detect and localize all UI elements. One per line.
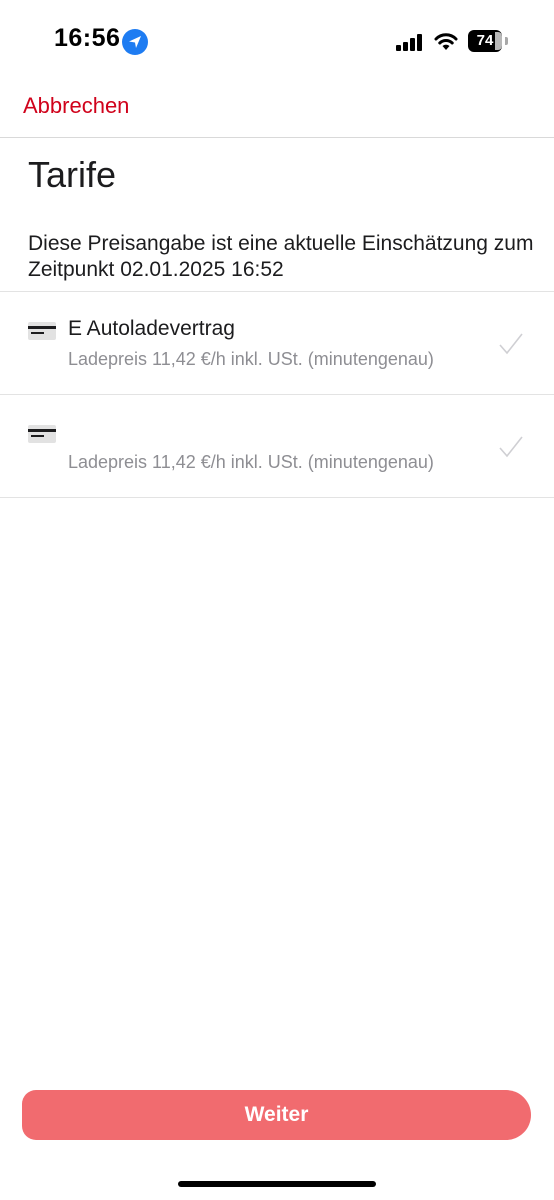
continue-button[interactable]: Weiter: [22, 1090, 531, 1140]
price-notice: Diese Preisangabe ist eine aktuelle Eins…: [28, 232, 534, 281]
tariff-selection-screen: 16:56 74 Abbrechen Tarife Diese Preisang…: [0, 0, 554, 1200]
tariff-item[interactable]: E Autoladevertrag Ladepreis 11,42 €/h in…: [0, 292, 554, 395]
tariff-item[interactable]: Ladepreis 11,42 €/h inkl. USt. (minuteng…: [0, 395, 554, 498]
tariff-name: E Autoladevertrag: [68, 317, 235, 340]
location-arrow-icon: [122, 29, 148, 55]
cancel-button[interactable]: Abbrechen: [23, 93, 129, 119]
checkmark-icon: [498, 434, 524, 460]
checkmark-icon: [498, 331, 524, 357]
page-title: Tarife: [28, 154, 117, 195]
home-indicator: [178, 1181, 376, 1187]
tariff-list: E Autoladevertrag Ladepreis 11,42 €/h in…: [0, 291, 554, 498]
status-bar: 16:56 74: [0, 0, 554, 84]
credit-card-icon: [28, 425, 56, 443]
wifi-icon: [433, 31, 459, 51]
tariff-price: Ladepreis 11,42 €/h inkl. USt. (minuteng…: [68, 349, 434, 369]
tariff-price: Ladepreis 11,42 €/h inkl. USt. (minuteng…: [68, 452, 434, 472]
status-time: 16:56: [54, 24, 121, 52]
cellular-signal-icon: [396, 33, 422, 51]
nav-divider: [0, 137, 554, 138]
credit-card-icon: [28, 322, 56, 340]
battery-level: 74: [476, 32, 494, 49]
battery-icon: 74: [468, 30, 508, 52]
